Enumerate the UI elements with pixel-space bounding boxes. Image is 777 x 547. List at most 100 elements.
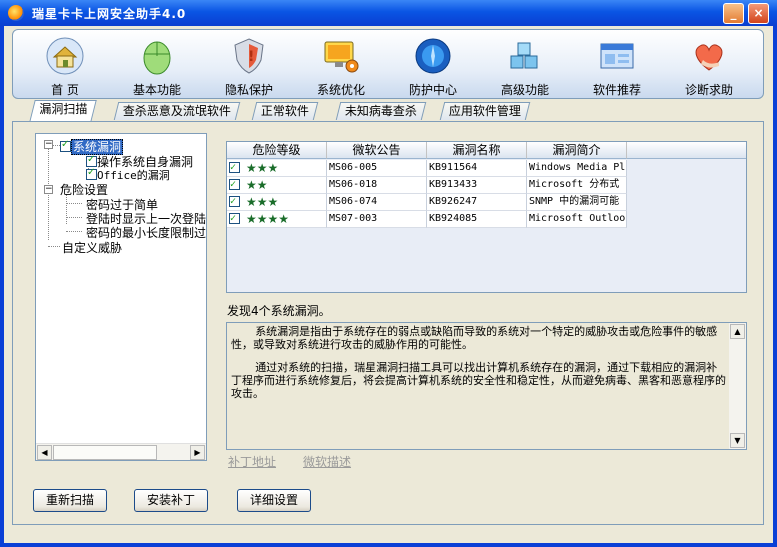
tree-expander[interactable]: − <box>44 185 53 194</box>
home-icon <box>46 37 84 75</box>
scroll-up-icon[interactable]: ▲ <box>730 324 745 339</box>
minimize-button[interactable]: _ <box>723 3 744 24</box>
client-area: 首 页 基本功能 ! 隐私保护 系统优化 防护中心 高级功能 软件推荐 诊断求助… <box>4 26 773 543</box>
intro-cell: SNMP 中的漏洞可能 <box>527 194 627 211</box>
scroll-left-icon[interactable]: ◀ <box>37 445 52 460</box>
tab-malware[interactable]: 查杀恶意及流氓软件 <box>113 102 241 120</box>
row-checkbox[interactable] <box>229 194 240 210</box>
toolbar-optimize-button[interactable]: 系统优化 <box>295 30 387 100</box>
rescan-button[interactable]: 重新扫描 <box>33 489 107 512</box>
toolbar-help-button[interactable]: 诊断求助 <box>663 30 755 100</box>
intro-cell: Windows Media Pl <box>527 160 627 177</box>
scan-panel: − 系统漏洞 操作系统自身漏洞 Office的漏洞 − 危险设置 密码过 <box>12 121 764 525</box>
scroll-thumb[interactable] <box>53 445 157 460</box>
risk-stars: ★★ <box>246 178 268 192</box>
description-paragraph: 系统漏洞是指由于系统存在的弱点或缺陷而导致的系统对一个特定的威胁攻击或危险事件的… <box>231 325 718 351</box>
app-window: 瑞星卡卡上网安全助手4.0 _ × 首 页 基本功能 ! 隐私保护 系统优化 防… <box>0 0 777 547</box>
intro-cell: Microsoft Outloo <box>527 211 627 228</box>
ms-description-link[interactable]: 微软描述 <box>303 453 351 470</box>
toolbar-advanced-label: 高级功能 <box>500 83 549 97</box>
table-row[interactable]: ★★★ MS06-074 KB926247 SNMP 中的漏洞可能 <box>227 194 627 211</box>
tab-vuln-scan[interactable]: 漏洞扫描 <box>29 100 97 122</box>
window-title: 瑞星卡卡上网安全助手4.0 <box>32 7 187 21</box>
scroll-right-icon[interactable]: ▶ <box>190 445 205 460</box>
main-toolbar: 首 页 基本功能 ! 隐私保护 系统优化 防护中心 高级功能 软件推荐 诊断求助 <box>12 29 764 99</box>
kb-cell: KB926247 <box>427 194 527 211</box>
tree-checkbox[interactable] <box>86 167 97 180</box>
bulletin-cell: MS06-074 <box>327 194 427 211</box>
tab-unknown-virus[interactable]: 未知病毒查杀 <box>335 102 427 120</box>
row-checkbox[interactable] <box>229 160 240 176</box>
risk-stars: ★★★ <box>246 195 279 209</box>
install-patch-button[interactable]: 安装补丁 <box>134 489 208 512</box>
tree-checkbox[interactable] <box>86 154 97 167</box>
kb-cell: KB911564 <box>427 160 527 177</box>
tab-label: 未知病毒查杀 <box>344 104 417 118</box>
heart-hand-icon <box>695 44 723 71</box>
tab-normal-software[interactable]: 正常软件 <box>251 102 319 120</box>
title-bar[interactable]: 瑞星卡卡上网安全助手4.0 _ × <box>0 0 777 26</box>
cubes-icon <box>510 42 538 69</box>
tab-strip: 漏洞扫描 查杀恶意及流氓软件 正常软件 未知病毒查杀 应用软件管理 <box>18 100 768 122</box>
toolbar-advanced-button[interactable]: 高级功能 <box>479 30 571 100</box>
description-box: 系统漏洞是指由于系统存在的弱点或缺陷而导致的系统对一个特定的威胁攻击或危险事件的… <box>226 322 747 450</box>
toolbar-privacy-button[interactable]: ! 隐私保护 <box>203 30 295 100</box>
window-icon <box>600 43 634 69</box>
vuln-tree[interactable]: − 系统漏洞 操作系统自身漏洞 Office的漏洞 − 危险设置 密码过 <box>35 133 207 461</box>
tree-horizontal-scrollbar[interactable]: ◀ ▶ <box>36 443 206 460</box>
vuln-list[interactable]: 危险等级 微软公告 漏洞名称 漏洞简介 ★★★ MS06-005 KB91156… <box>226 141 747 293</box>
column-header-level[interactable]: 危险等级 <box>227 142 327 159</box>
scan-result-text: 发现4个系统漏洞。 <box>227 304 331 318</box>
kb-cell: KB924085 <box>427 211 527 228</box>
risk-stars: ★★★ <box>246 161 279 175</box>
shield-icon: ! <box>234 38 264 74</box>
column-header-blank <box>627 142 746 159</box>
tab-label: 应用软件管理 <box>448 104 521 118</box>
description-paragraph: 通过对系统的扫描，瑞星漏洞扫描工具可以找出计算机系统存在的漏洞，通过下载相应的漏… <box>231 361 726 400</box>
monitor-gear-icon <box>324 41 359 73</box>
row-checkbox[interactable] <box>229 177 240 193</box>
kb-cell: KB913433 <box>427 177 527 194</box>
intro-cell: Microsoft 分布式 <box>527 177 627 194</box>
tab-app-manage[interactable]: 应用软件管理 <box>439 102 531 120</box>
close-button[interactable]: × <box>748 3 769 24</box>
patch-address-link[interactable]: 补丁地址 <box>228 453 276 470</box>
bulletin-cell: MS06-018 <box>327 177 427 194</box>
toolbar-home-button[interactable]: 首 页 <box>19 30 111 100</box>
table-row[interactable]: ★★★★ MS07-003 KB924085 Microsoft Outloo <box>227 211 627 228</box>
toolbar-recommend-button[interactable]: 软件推荐 <box>571 30 663 100</box>
column-header-intro[interactable]: 漏洞简介 <box>527 142 627 159</box>
toolbar-basic-button[interactable]: 基本功能 <box>111 30 203 100</box>
globe-icon <box>415 38 451 74</box>
toolbar-recommend-label: 软件推荐 <box>592 83 641 97</box>
bulletin-cell: MS06-005 <box>327 160 427 177</box>
app-logo-icon <box>8 5 24 21</box>
toolbar-protect-label: 防护中心 <box>408 83 457 97</box>
table-row[interactable]: ★★ MS06-018 KB913433 Microsoft 分布式 <box>227 177 627 194</box>
column-header-bulletin[interactable]: 微软公告 <box>327 142 427 159</box>
toolbar-help-label: 诊断求助 <box>684 83 733 97</box>
tree-expander[interactable]: − <box>44 140 53 149</box>
tab-label: 正常软件 <box>260 104 309 118</box>
tab-label: 查杀恶意及流氓软件 <box>122 104 231 118</box>
table-row[interactable]: ★★★ MS06-005 KB911564 Windows Media Pl <box>227 160 627 177</box>
risk-stars: ★★★★ <box>246 212 290 226</box>
row-checkbox[interactable] <box>229 211 240 227</box>
tree-node-label: 危险设置 <box>60 183 109 197</box>
tree-node-custom-threat[interactable]: 自定义威胁 <box>62 239 122 256</box>
scroll-down-icon[interactable]: ▼ <box>730 433 745 448</box>
svg-text:!: ! <box>248 49 254 65</box>
detail-settings-button[interactable]: 详细设置 <box>237 489 311 512</box>
tree-node-label: 密码的最小长度限制过 <box>86 226 207 240</box>
toolbar-privacy-label: 隐私保护 <box>224 83 273 97</box>
toolbar-basic-label: 基本功能 <box>132 83 181 97</box>
toolbar-protect-button[interactable]: 防护中心 <box>387 30 479 100</box>
column-header-name[interactable]: 漏洞名称 <box>427 142 527 159</box>
mouse-icon <box>143 41 171 75</box>
bulletin-cell: MS07-003 <box>327 211 427 228</box>
toolbar-optimize-label: 系统优化 <box>316 83 365 97</box>
description-vertical-scrollbar[interactable]: ▲ ▼ <box>729 323 746 449</box>
description-text: 系统漏洞是指由于系统存在的弱点或缺陷而导致的系统对一个特定的威胁攻击或危险事件的… <box>231 325 726 410</box>
tab-label: 漏洞扫描 <box>39 102 88 116</box>
tree-checkbox[interactable] <box>60 139 71 152</box>
